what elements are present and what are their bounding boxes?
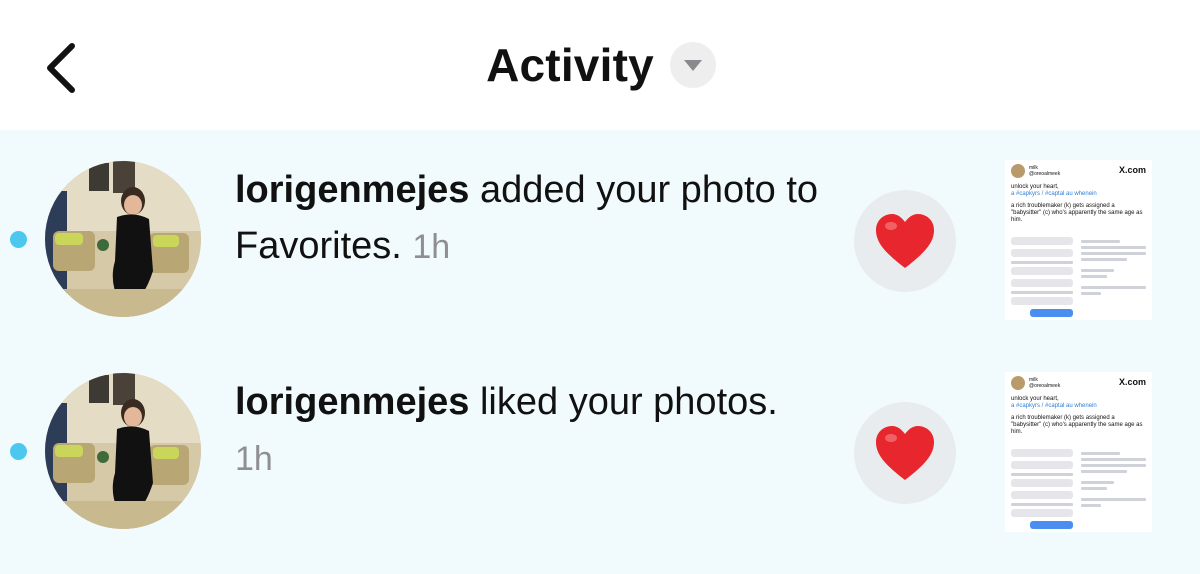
thumbnail-line: him. — [1011, 217, 1023, 223]
thumbnail-avatar — [1011, 164, 1025, 178]
thumbnail-handle: milk @oreoalmeek — [1029, 165, 1061, 177]
timestamp: 1h — [412, 228, 451, 266]
thumbnail-line: a #capkyrs / #captal au whenein — [1011, 191, 1097, 197]
heart-icon — [876, 214, 934, 268]
thumbnail-chat-left — [1011, 449, 1073, 529]
thumbnail-line: a rich troublemaker (k) gets assigned a — [1011, 415, 1115, 421]
unread-indicator — [10, 231, 27, 248]
post-thumbnail[interactable]: milk @oreoalmeek X.com unlock your heart,… — [1005, 160, 1152, 320]
thumbnail-text: unlock your heart, a #capkyrs / #captal … — [1005, 396, 1152, 436]
notification-action: liked your photos. — [469, 381, 778, 423]
triangle-down-icon — [683, 60, 702, 71]
thumbnail-chat-right — [1081, 449, 1146, 527]
thumbnail-handle: milk @oreoalmeek — [1029, 377, 1061, 389]
filter-dropdown-button[interactable] — [669, 42, 716, 88]
thumbnail-avatar — [1011, 376, 1025, 390]
post-thumbnail[interactable]: milk @oreoalmeek X.com unlock your heart,… — [1005, 372, 1152, 532]
thumbnail-line: unlock your heart, — [1011, 396, 1059, 402]
list-item[interactable]: lorigenmejes liked your photos. 1h milk @… — [0, 370, 1200, 570]
header-bar: Activity — [0, 0, 1200, 130]
title-wrap: Activity — [0, 0, 1200, 130]
thumbnail-brand: X.com — [1118, 165, 1146, 175]
unread-indicator — [10, 443, 27, 460]
avatar-photo — [45, 161, 201, 317]
thumbnail-brand: X.com — [1118, 377, 1146, 387]
timestamp: 1h — [235, 440, 273, 478]
page-title: Activity — [486, 39, 654, 91]
like-button[interactable] — [854, 190, 956, 292]
notification-text: lorigenmejes liked your photos. 1h — [235, 374, 835, 487]
username-link[interactable]: lorigenmejes — [235, 169, 469, 211]
username-link[interactable]: lorigenmejes — [235, 381, 469, 423]
thumbnail-line: him. — [1011, 429, 1023, 435]
like-button[interactable] — [854, 402, 956, 504]
thumbnail-text: unlock your heart, a #capkyrs / #captal … — [1005, 184, 1152, 224]
thumbnail-line: a rich troublemaker (k) gets assigned a — [1011, 203, 1115, 209]
notification-text: lorigenmejes added your photo to Favorit… — [235, 162, 835, 275]
list-item[interactable]: lorigenmejes added your photo to Favorit… — [0, 158, 1200, 358]
thumbnail-line: "babysitter" (c) who's apparently the sa… — [1011, 422, 1143, 428]
heart-icon — [876, 426, 934, 480]
thumbnail-line: a #capkyrs / #captal au whenein — [1011, 403, 1097, 409]
thumbnail-chat-right — [1081, 237, 1146, 315]
avatar-photo — [45, 373, 201, 529]
avatar[interactable] — [45, 373, 201, 529]
thumbnail-chat-left — [1011, 237, 1073, 317]
thumbnail-line: unlock your heart, — [1011, 184, 1059, 190]
activity-list: lorigenmejes added your photo to Favorit… — [0, 130, 1200, 574]
thumbnail-line: "babysitter" (c) who's apparently the sa… — [1011, 210, 1143, 216]
avatar[interactable] — [45, 161, 201, 317]
